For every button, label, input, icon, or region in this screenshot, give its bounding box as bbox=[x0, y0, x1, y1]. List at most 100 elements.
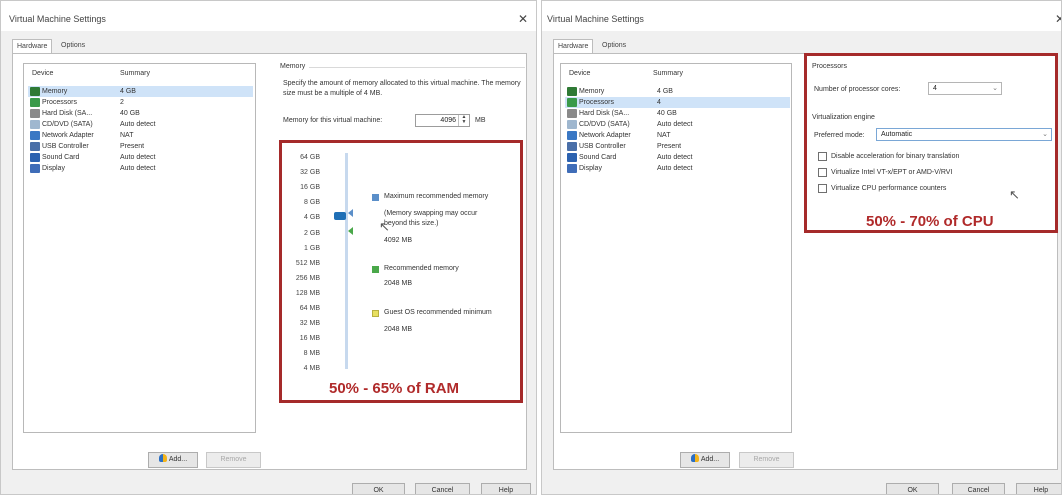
checkbox-disable-acceleration[interactable] bbox=[818, 152, 827, 161]
checkbox-cpu-counters[interactable] bbox=[818, 184, 827, 193]
tab-options[interactable]: Options bbox=[57, 39, 89, 53]
device-row-cd-dvd[interactable]: CD/DVD (SATA) Auto detect bbox=[565, 119, 790, 130]
cores-label: Number of processor cores: bbox=[814, 86, 901, 93]
device-summary: Auto detect bbox=[657, 165, 693, 172]
device-row-cd-dvd[interactable]: CD/DVD (SATA) Auto detect bbox=[28, 119, 253, 130]
device-row-processor[interactable]: Processors 4 bbox=[565, 97, 790, 108]
checkbox-label: Virtualize CPU performance counters bbox=[831, 185, 947, 192]
remove-button[interactable]: Remove bbox=[206, 452, 261, 468]
memory-scale-tick: 1 GB bbox=[304, 244, 320, 252]
device-row-sound-card[interactable]: Sound Card Auto detect bbox=[565, 152, 790, 163]
usb-controller-icon bbox=[30, 142, 40, 151]
device-row-network-adapter[interactable]: Network Adapter NAT bbox=[565, 130, 790, 141]
device-name: Sound Card bbox=[42, 154, 80, 161]
device-summary: Auto detect bbox=[120, 165, 156, 172]
device-row-display[interactable]: Display Auto detect bbox=[28, 163, 253, 174]
network-adapter-icon bbox=[567, 131, 577, 140]
summary-column-header: Summary bbox=[653, 70, 683, 77]
help-button[interactable]: Help bbox=[1016, 483, 1061, 494]
checkbox-label: Disable acceleration for binary translat… bbox=[831, 153, 960, 160]
device-summary: Present bbox=[657, 143, 682, 150]
preferred-mode-select[interactable]: Automatic ⌄ bbox=[876, 128, 1052, 141]
recommended-memory-marker-icon bbox=[348, 227, 353, 235]
remove-button[interactable]: Remove bbox=[739, 452, 794, 468]
annotation-label: 50% - 65% of RAM bbox=[329, 380, 460, 397]
device-summary: NAT bbox=[657, 132, 671, 139]
memory-icon bbox=[567, 87, 577, 96]
memory-scale-tick: 128 MB bbox=[295, 289, 320, 297]
chevron-down-icon: ⌄ bbox=[1042, 131, 1048, 138]
device-name: Processors bbox=[42, 99, 78, 106]
chevron-down-icon: ⌄ bbox=[992, 85, 998, 92]
ok-button[interactable]: OK bbox=[352, 483, 405, 494]
shield-icon bbox=[158, 454, 167, 462]
close-icon[interactable]: ✕ bbox=[518, 12, 528, 26]
device-row-usb-controller[interactable]: USB Controller Present bbox=[28, 141, 253, 152]
device-name: Sound Card bbox=[579, 154, 617, 161]
hard-disk-icon bbox=[30, 109, 40, 118]
title-bar: Virtual Machine Settings ✕ bbox=[542, 1, 1061, 31]
device-row-hard-disk[interactable]: Hard Disk (SA... 40 GB bbox=[565, 108, 790, 119]
shield-icon bbox=[690, 454, 699, 462]
device-list: Device Summary Memory 4 GB Processors 4 Hard… bbox=[560, 63, 792, 433]
spin-arrows-icon[interactable]: ▲ ▼ bbox=[458, 115, 469, 126]
memory-scale-tick: 32 GB bbox=[300, 169, 320, 177]
ok-button[interactable]: OK bbox=[886, 483, 939, 494]
checkbox-virtualize-vtx[interactable] bbox=[818, 168, 827, 177]
device-name: USB Controller bbox=[42, 143, 89, 150]
device-row-hard-disk[interactable]: Hard Disk (SA... 40 GB bbox=[28, 108, 253, 119]
device-summary: 4 GB bbox=[657, 88, 673, 95]
memory-group-title: Memory bbox=[280, 63, 306, 70]
recommended-memory-legend-icon bbox=[372, 266, 379, 273]
device-summary: 40 GB bbox=[120, 110, 140, 117]
device-row-memory[interactable]: Memory 4 GB bbox=[565, 86, 790, 97]
cancel-button[interactable]: Cancel bbox=[952, 483, 1005, 494]
vm-settings-dialog-memory: Virtual Machine Settings ✕ Hardware Opti… bbox=[0, 0, 537, 495]
processors-group-title: Processors bbox=[812, 63, 848, 70]
tab-hardware[interactable]: Hardware bbox=[553, 39, 594, 53]
memory-label: Memory for this virtual machine: bbox=[283, 117, 383, 124]
memory-scale-tick: 8 MB bbox=[303, 350, 320, 358]
recommended-memory-label: Recommended memory bbox=[384, 265, 459, 272]
tab-options[interactable]: Options bbox=[598, 39, 630, 53]
memory-slider-thumb[interactable] bbox=[334, 212, 346, 220]
device-summary: 40 GB bbox=[657, 110, 677, 117]
device-row-processor[interactable]: Processors 2 bbox=[28, 97, 253, 108]
guest-os-minimum-legend-icon bbox=[372, 310, 379, 317]
device-row-network-adapter[interactable]: Network Adapter NAT bbox=[28, 130, 253, 141]
device-row-usb-controller[interactable]: USB Controller Present bbox=[565, 141, 790, 152]
memory-scale-tick: 16 MB bbox=[299, 335, 320, 343]
device-name: CD/DVD (SATA) bbox=[579, 121, 630, 128]
processor-icon bbox=[30, 98, 40, 107]
device-summary: 4 GB bbox=[120, 88, 136, 95]
cd-dvd-icon bbox=[567, 120, 577, 129]
close-icon[interactable]: ✕ bbox=[1055, 12, 1061, 26]
tab-hardware[interactable]: Hardware bbox=[12, 39, 53, 53]
memory-size-input[interactable]: 4096 ▲ ▼ bbox=[415, 114, 470, 127]
cores-select[interactable]: 4 ⌄ bbox=[928, 82, 1002, 95]
device-row-memory[interactable]: Memory 4 GB bbox=[28, 86, 253, 97]
memory-slider-track[interactable] bbox=[345, 153, 348, 369]
cd-dvd-icon bbox=[30, 120, 40, 129]
help-button[interactable]: Help bbox=[481, 483, 531, 494]
device-summary: 2 bbox=[120, 99, 124, 106]
device-summary: 4 bbox=[657, 99, 661, 106]
sound-card-icon bbox=[30, 153, 40, 162]
memory-description: Specify the amount of memory allocated t… bbox=[283, 80, 521, 97]
memory-scale-tick: 64 MB bbox=[299, 305, 320, 312]
device-row-display[interactable]: Display Auto detect bbox=[565, 163, 790, 174]
device-summary: Auto detect bbox=[120, 121, 156, 128]
device-name: CD/DVD (SATA) bbox=[42, 121, 93, 128]
cancel-button[interactable]: Cancel bbox=[415, 483, 470, 494]
add-button[interactable]: Add... bbox=[148, 452, 198, 468]
memory-scale-tick: 512 MB bbox=[295, 259, 320, 267]
annotation-label: 50% - 70% of CPU bbox=[866, 213, 994, 230]
guest-os-minimum-label: Guest OS recommended minimum bbox=[384, 309, 492, 316]
add-button[interactable]: Add... bbox=[680, 452, 730, 468]
mode-label: Preferred mode: bbox=[814, 132, 865, 139]
device-name: Memory bbox=[42, 88, 68, 95]
device-row-sound-card[interactable]: Sound Card Auto detect bbox=[28, 152, 253, 163]
memory-scale-tick: 32 MB bbox=[299, 320, 320, 328]
title-bar: Virtual Machine Settings ✕ bbox=[1, 1, 536, 31]
device-name: Network Adapter bbox=[42, 132, 94, 139]
